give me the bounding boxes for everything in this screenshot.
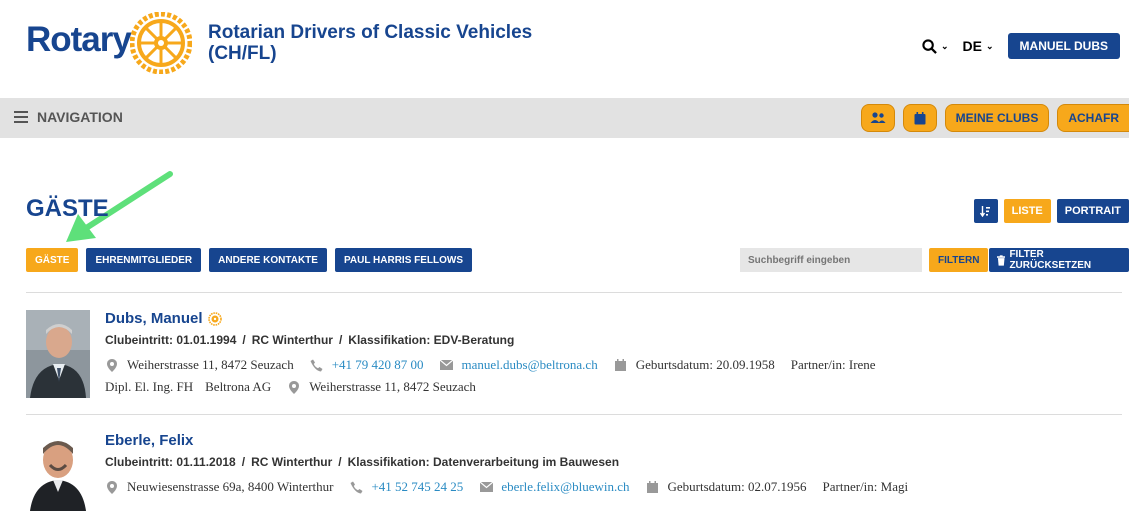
member-name-text: Eberle, Felix [105,432,194,449]
language-label: DE [962,38,982,54]
calendar-icon [614,358,628,372]
member-meta: Clubeintritt: 01.01.1994/RC Winterthur / K… [105,333,515,347]
member-name[interactable]: Dubs, Manuel [105,310,222,327]
envelope-icon [440,358,454,372]
reset-filter-label: FILTER ZURÜCKSETZEN [1009,249,1092,271]
calendar-icon [646,480,660,494]
member-name[interactable]: Eberle, Felix [105,432,193,449]
tab-honorary-members[interactable]: EHRENMITGLIEDER [86,248,202,272]
member-classification: Klassifikation: EDV-Beratung [348,333,515,347]
hamburger-icon [14,111,28,123]
member-business-address: Weiherstrasse 11, 8472 Seuzach [309,379,476,394]
member-contact-row: Weiherstrasse 11, 8472 Seuzach +41 79 42… [105,357,876,373]
members-button[interactable] [860,104,895,132]
divider [26,414,1122,415]
language-selector[interactable]: DE ⌄ [963,38,994,54]
rotary-wheel-logo-icon[interactable] [130,12,192,74]
page-title: GÄSTE [26,195,109,222]
header-actions: ⌄ DE ⌄ MANUEL DUBS [922,32,1129,60]
member-club: RC Winterthur [251,455,333,469]
site-title[interactable]: Rotarian Drivers of Classic Vehicles (CH… [208,22,532,64]
map-marker-icon [287,380,301,394]
portrait-view-button[interactable]: PORTRAIT [1056,199,1129,223]
search-input[interactable] [740,248,922,272]
member-birthdate: Geburtsdatum: 02.07.1956 [667,479,807,494]
chevron-down-icon: ⌄ [941,40,949,51]
member-name-text: Dubs, Manuel [105,310,203,327]
calendar-button[interactable] [902,104,937,132]
member-entry-date: Clubeintritt: 01.01.1994 [105,333,237,347]
filter-button[interactable]: FILTERN [929,248,989,272]
member-birthdate: Geburtsdatum: 20.09.1958 [635,357,775,372]
phone-icon [349,480,363,494]
divider [26,292,1122,293]
map-marker-icon [105,480,119,494]
member-photo[interactable] [26,432,90,511]
reset-filter-button[interactable]: FILTER ZURÜCKSETZEN [989,248,1129,272]
my-clubs-button[interactable]: MEINE CLUBS [944,104,1050,132]
member-partner: Partner/in: Magi [822,479,909,494]
navigation-bar: NAVIGATION MEINE CLUBS ACHAFR [0,98,1129,138]
member-phone-link[interactable]: +41 52 745 24 25 [371,479,463,495]
member-address: Weiherstrasse 11, 8472 Seuzach [127,357,294,372]
tab-guests[interactable]: GÄSTE [26,248,79,272]
chevron-down-icon: ⌄ [986,40,994,51]
people-icon [870,112,886,123]
category-tabs: GÄSTE EHRENMITGLIEDER ANDERE KONTAKTE PA… [26,248,480,272]
phone-icon [310,358,324,372]
rotary-badge-icon [207,311,222,326]
member-partner: Partner/in: Irene [790,357,876,372]
site-title-line1: Rotarian Drivers of Classic Vehicles [208,22,533,43]
member-photo[interactable] [26,310,90,398]
user-menu-button[interactable]: MANUEL DUBS [1007,33,1120,59]
envelope-icon [479,480,493,494]
map-marker-icon [105,358,119,372]
member-meta: Clubeintritt: 01.11.2018/RC Winterthur / K… [105,455,620,469]
view-controls: LISTE PORTRAIT [968,199,1129,223]
trash-icon [997,254,1006,266]
search-icon [922,38,937,54]
navigation-toggle[interactable]: NAVIGATION [14,109,123,125]
club-shortcut-button[interactable]: ACHAFR [1057,104,1129,132]
search-toggle[interactable]: ⌄ [922,38,949,54]
list-view-button[interactable]: LISTE [1003,199,1051,223]
member-contact-row: Neuwiesenstrasse 69a, 8400 Winterthur +4… [105,479,908,495]
rotary-logo-text[interactable]: Rotary [26,20,132,60]
member-address: Neuwiesenstrasse 69a, 8400 Winterthur [127,479,334,494]
member-classification: Klassifikation: Datenverarbeitung im Bau… [347,455,620,469]
sort-button[interactable] [973,199,998,223]
navbar-quick-links: MEINE CLUBS ACHAFR [853,104,1129,132]
member-company: Beltrona AG [205,379,272,394]
member-title: Dipl. El. Ing. FH [105,379,194,394]
navigation-label: NAVIGATION [37,109,123,125]
member-phone-link[interactable]: +41 79 420 87 00 [332,357,424,373]
site-title-line2: (CH/FL) [208,43,277,64]
member-entry-date: Clubeintritt: 01.11.2018 [105,455,236,469]
member-business-row: Dipl. El. Ing. FH Beltrona AG Weiherstra… [105,379,476,395]
tab-other-contacts[interactable]: ANDERE KONTAKTE [209,248,327,272]
member-email-link[interactable]: manuel.dubs@beltrona.ch [462,357,598,373]
header: Rotary Rotarian Drivers of Classic Vehic… [0,0,1129,90]
member-email-link[interactable]: eberle.felix@bluewin.ch [501,479,629,495]
member-club: RC Winterthur [251,333,333,347]
sort-icon [980,205,991,217]
tab-paul-harris-fellows[interactable]: PAUL HARRIS FELLOWS [334,248,473,272]
calendar-icon [914,111,926,124]
